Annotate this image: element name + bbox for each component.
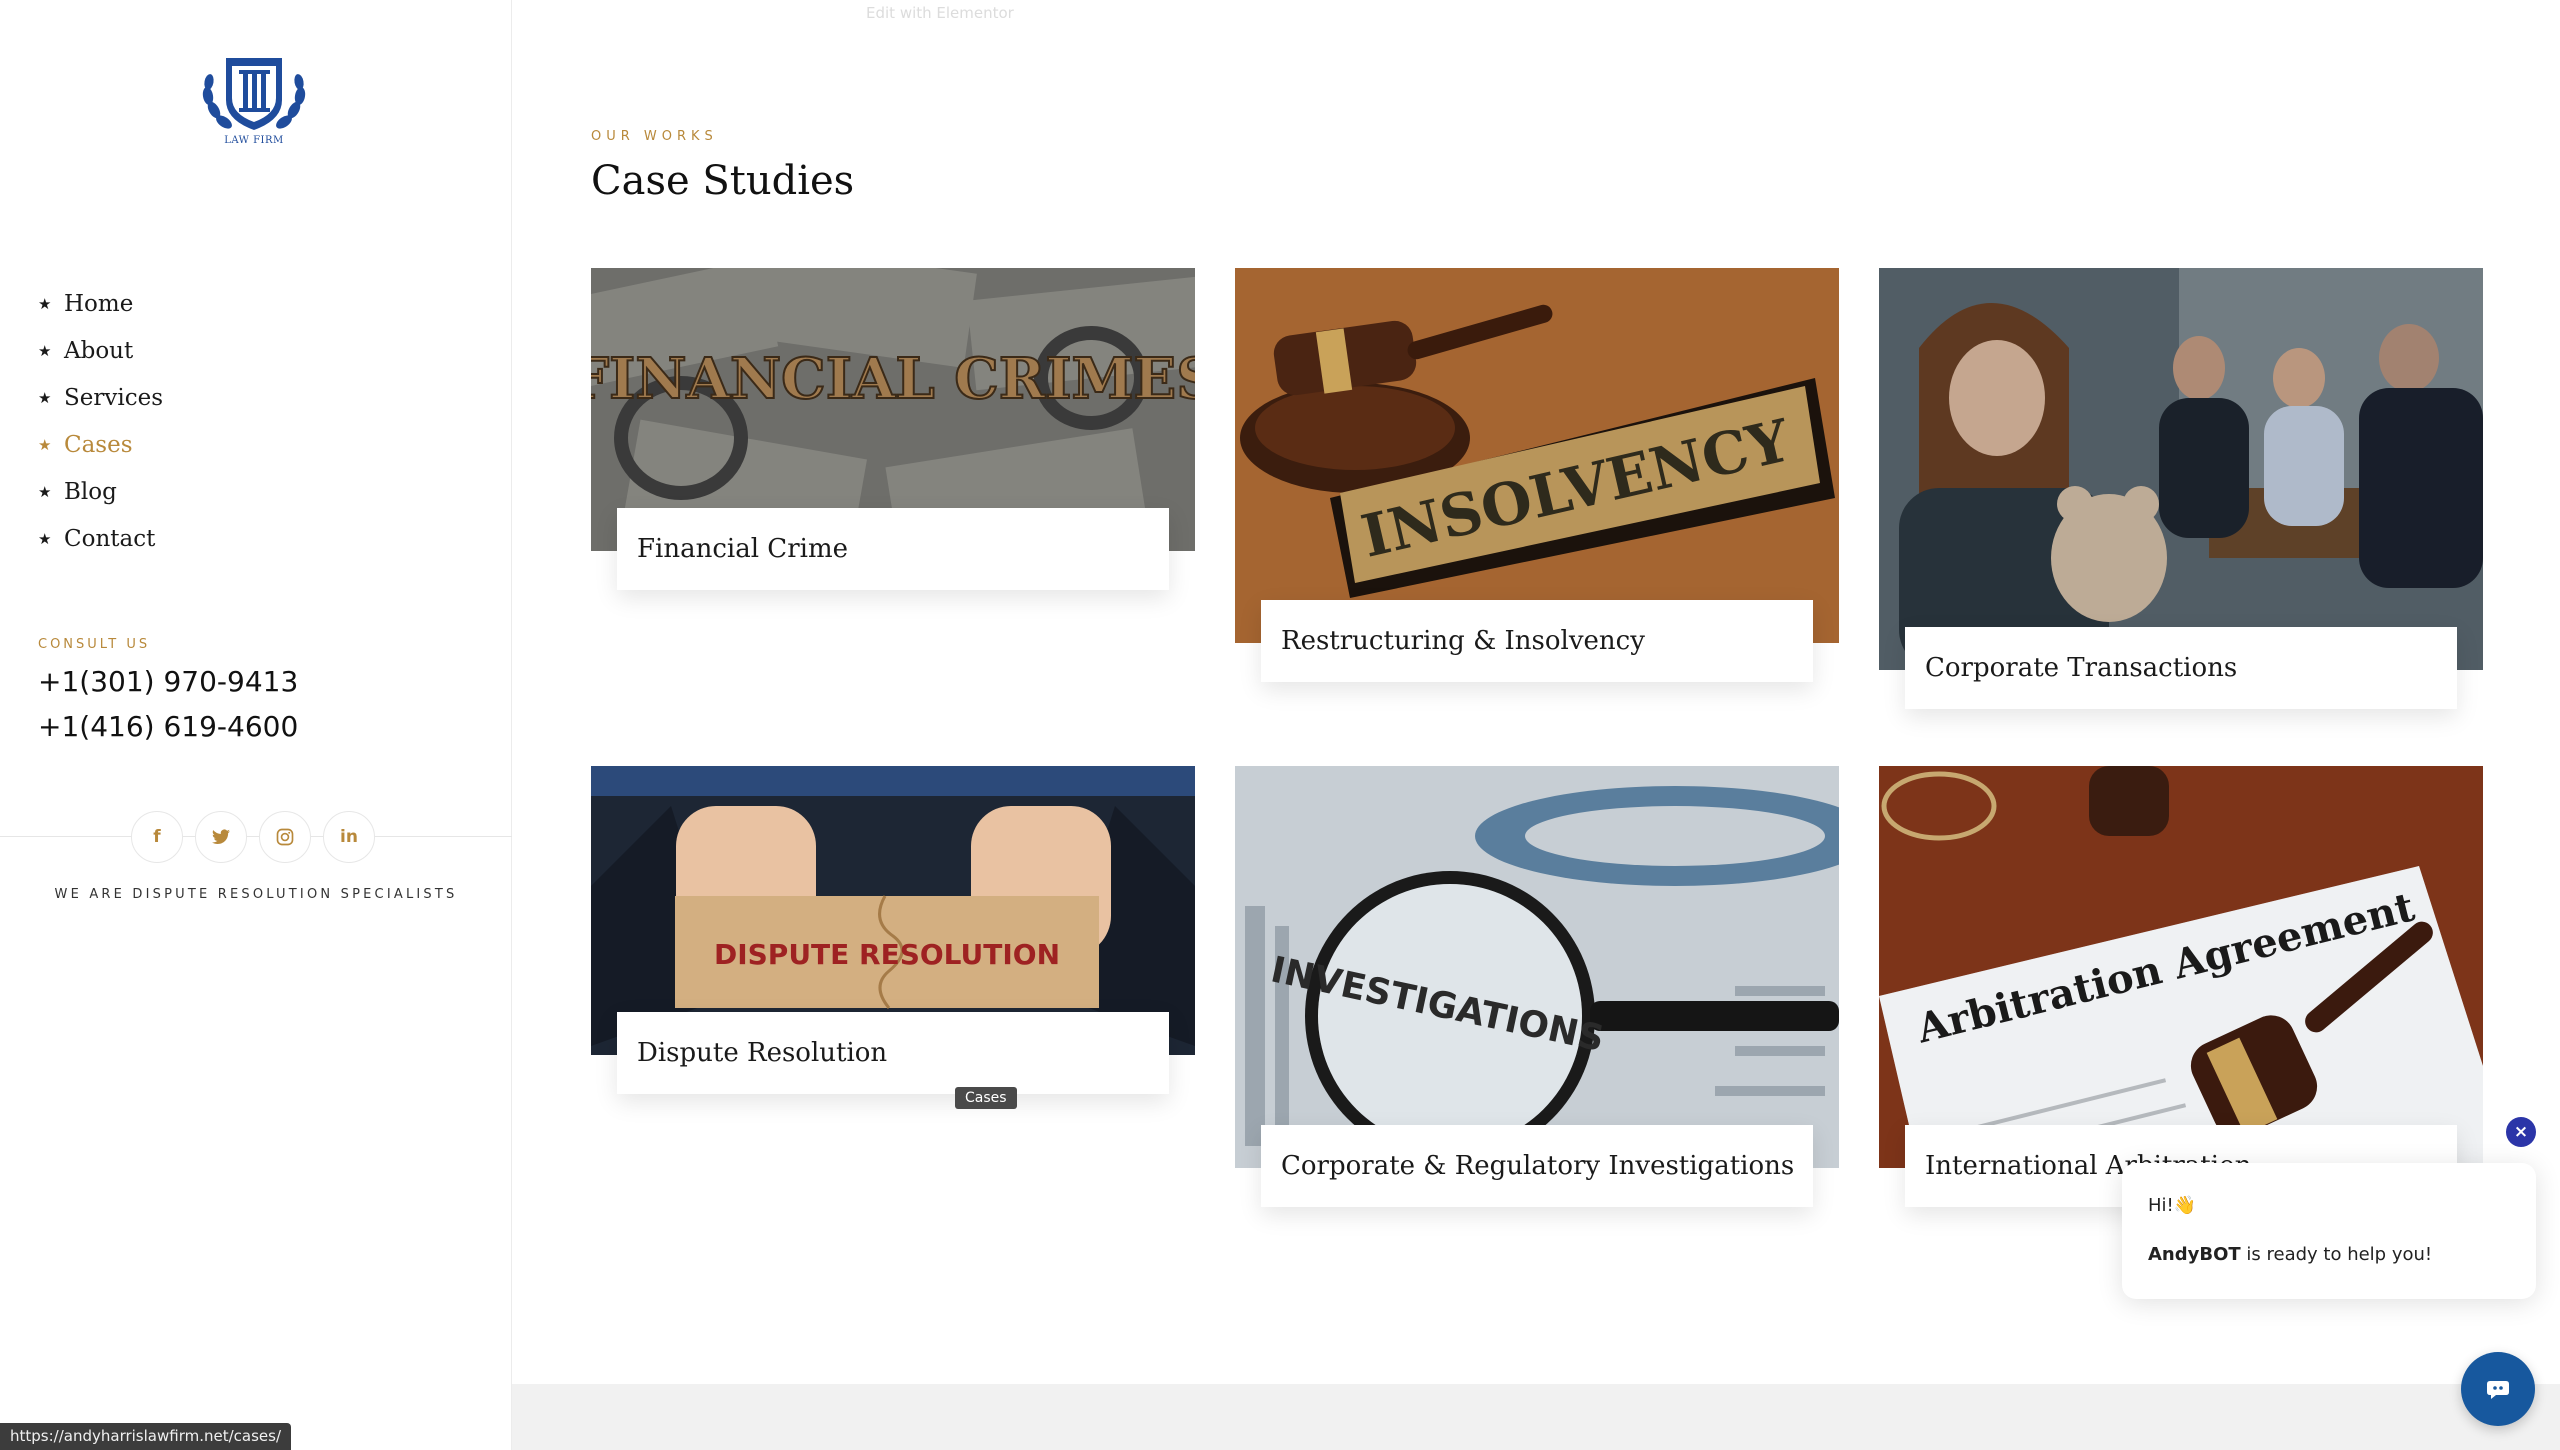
twitter-icon[interactable]	[195, 811, 247, 863]
chatbot-name: AndyBOT	[2148, 1244, 2241, 1265]
chatbot-message: AndyBOT is ready to help you!	[2148, 1244, 2510, 1265]
tagline: WE ARE DISPUTE RESOLUTION SPECIALISTS	[54, 887, 458, 902]
linkedin-icon[interactable]: in	[323, 811, 375, 863]
case-caption[interactable]: Dispute Resolution	[617, 1012, 1169, 1094]
footer-band	[512, 1384, 2560, 1450]
nav-item-home[interactable]: ★ Home	[38, 280, 163, 327]
phone-link-2[interactable]: +1(416) 619-4600	[38, 710, 298, 743]
case-caption[interactable]: Restructuring & Insolvency	[1261, 600, 1813, 682]
chatbot-launcher-button[interactable]	[2461, 1352, 2535, 1426]
main-nav: ★ Home ★ About ★ Services ★ Cases ★ Blog ★ Con…	[38, 280, 163, 562]
nav-item-cases[interactable]: ★ Cases	[38, 421, 163, 468]
chatbot-message-text: is ready to help you!	[2240, 1244, 2433, 1265]
nav-label: Contact	[64, 525, 156, 552]
chatbot-greeting: Hi!👋	[2148, 1195, 2197, 1216]
sidebar: LAW FIRM ★ Home ★ About ★ Services ★ Cases ★…	[0, 0, 512, 1450]
star-icon: ★	[38, 341, 52, 360]
nav-label: About	[64, 337, 134, 364]
phone-link-1[interactable]: +1(301) 970-9413	[38, 665, 298, 698]
cases-tooltip: Cases	[955, 1087, 1017, 1109]
star-icon: ★	[38, 435, 52, 454]
star-icon: ★	[38, 388, 52, 407]
laurel-shield-icon	[202, 58, 306, 130]
law-firm-logo[interactable]: LAW FIRM	[196, 50, 312, 150]
chat-bot-icon	[2487, 1381, 2509, 1399]
logo-caption: LAW FIRM	[224, 135, 284, 146]
case-caption[interactable]: Corporate Transactions	[1905, 627, 2457, 709]
social-links: f in	[131, 811, 375, 863]
case-image-arbitration[interactable]: Arbitration Agreement	[1879, 766, 2483, 1168]
status-bar-url: https://andyharrislawfirm.net/cases/	[0, 1423, 291, 1450]
nav-label: Blog	[64, 478, 117, 505]
dispute-resolution-text: DISPUTE RESOLUTION	[714, 938, 1060, 971]
consult-label: CONSULT US	[38, 637, 151, 652]
chatbot-close-button[interactable]: ×	[2506, 1117, 2536, 1147]
section-eyebrow: OUR WORKS	[591, 129, 718, 144]
facebook-icon[interactable]: f	[131, 811, 183, 863]
nav-item-contact[interactable]: ★ Contact	[38, 515, 163, 562]
nav-label: Home	[64, 290, 134, 317]
star-icon: ★	[38, 482, 52, 501]
case-caption[interactable]: Financial Crime	[617, 508, 1169, 590]
nav-item-blog[interactable]: ★ Blog	[38, 468, 163, 515]
case-image-insolvency[interactable]: INSOLVENCY	[1235, 268, 1839, 643]
case-caption[interactable]: Corporate & Regulatory Investigations	[1261, 1125, 1813, 1207]
star-icon: ★	[38, 294, 52, 313]
star-icon: ★	[38, 529, 52, 548]
instagram-icon[interactable]	[259, 811, 311, 863]
financial-crimes-text: FINANCIAL CRIMES	[591, 346, 1195, 412]
nav-item-services[interactable]: ★ Services	[38, 374, 163, 421]
nav-item-about[interactable]: ★ About	[38, 327, 163, 374]
case-image-corporate-transactions[interactable]	[1879, 268, 2483, 670]
edit-with-elementor-link[interactable]: Edit with Elementor	[866, 4, 1014, 22]
case-image-investigations[interactable]: INVESTIGATIONS	[1235, 766, 1839, 1168]
chatbot-greeting-bubble[interactable]: Hi!👋 AndyBOT is ready to help you!	[2122, 1163, 2536, 1299]
nav-label: Services	[64, 384, 164, 411]
page-title: Case Studies	[591, 158, 855, 204]
nav-label: Cases	[64, 431, 133, 458]
